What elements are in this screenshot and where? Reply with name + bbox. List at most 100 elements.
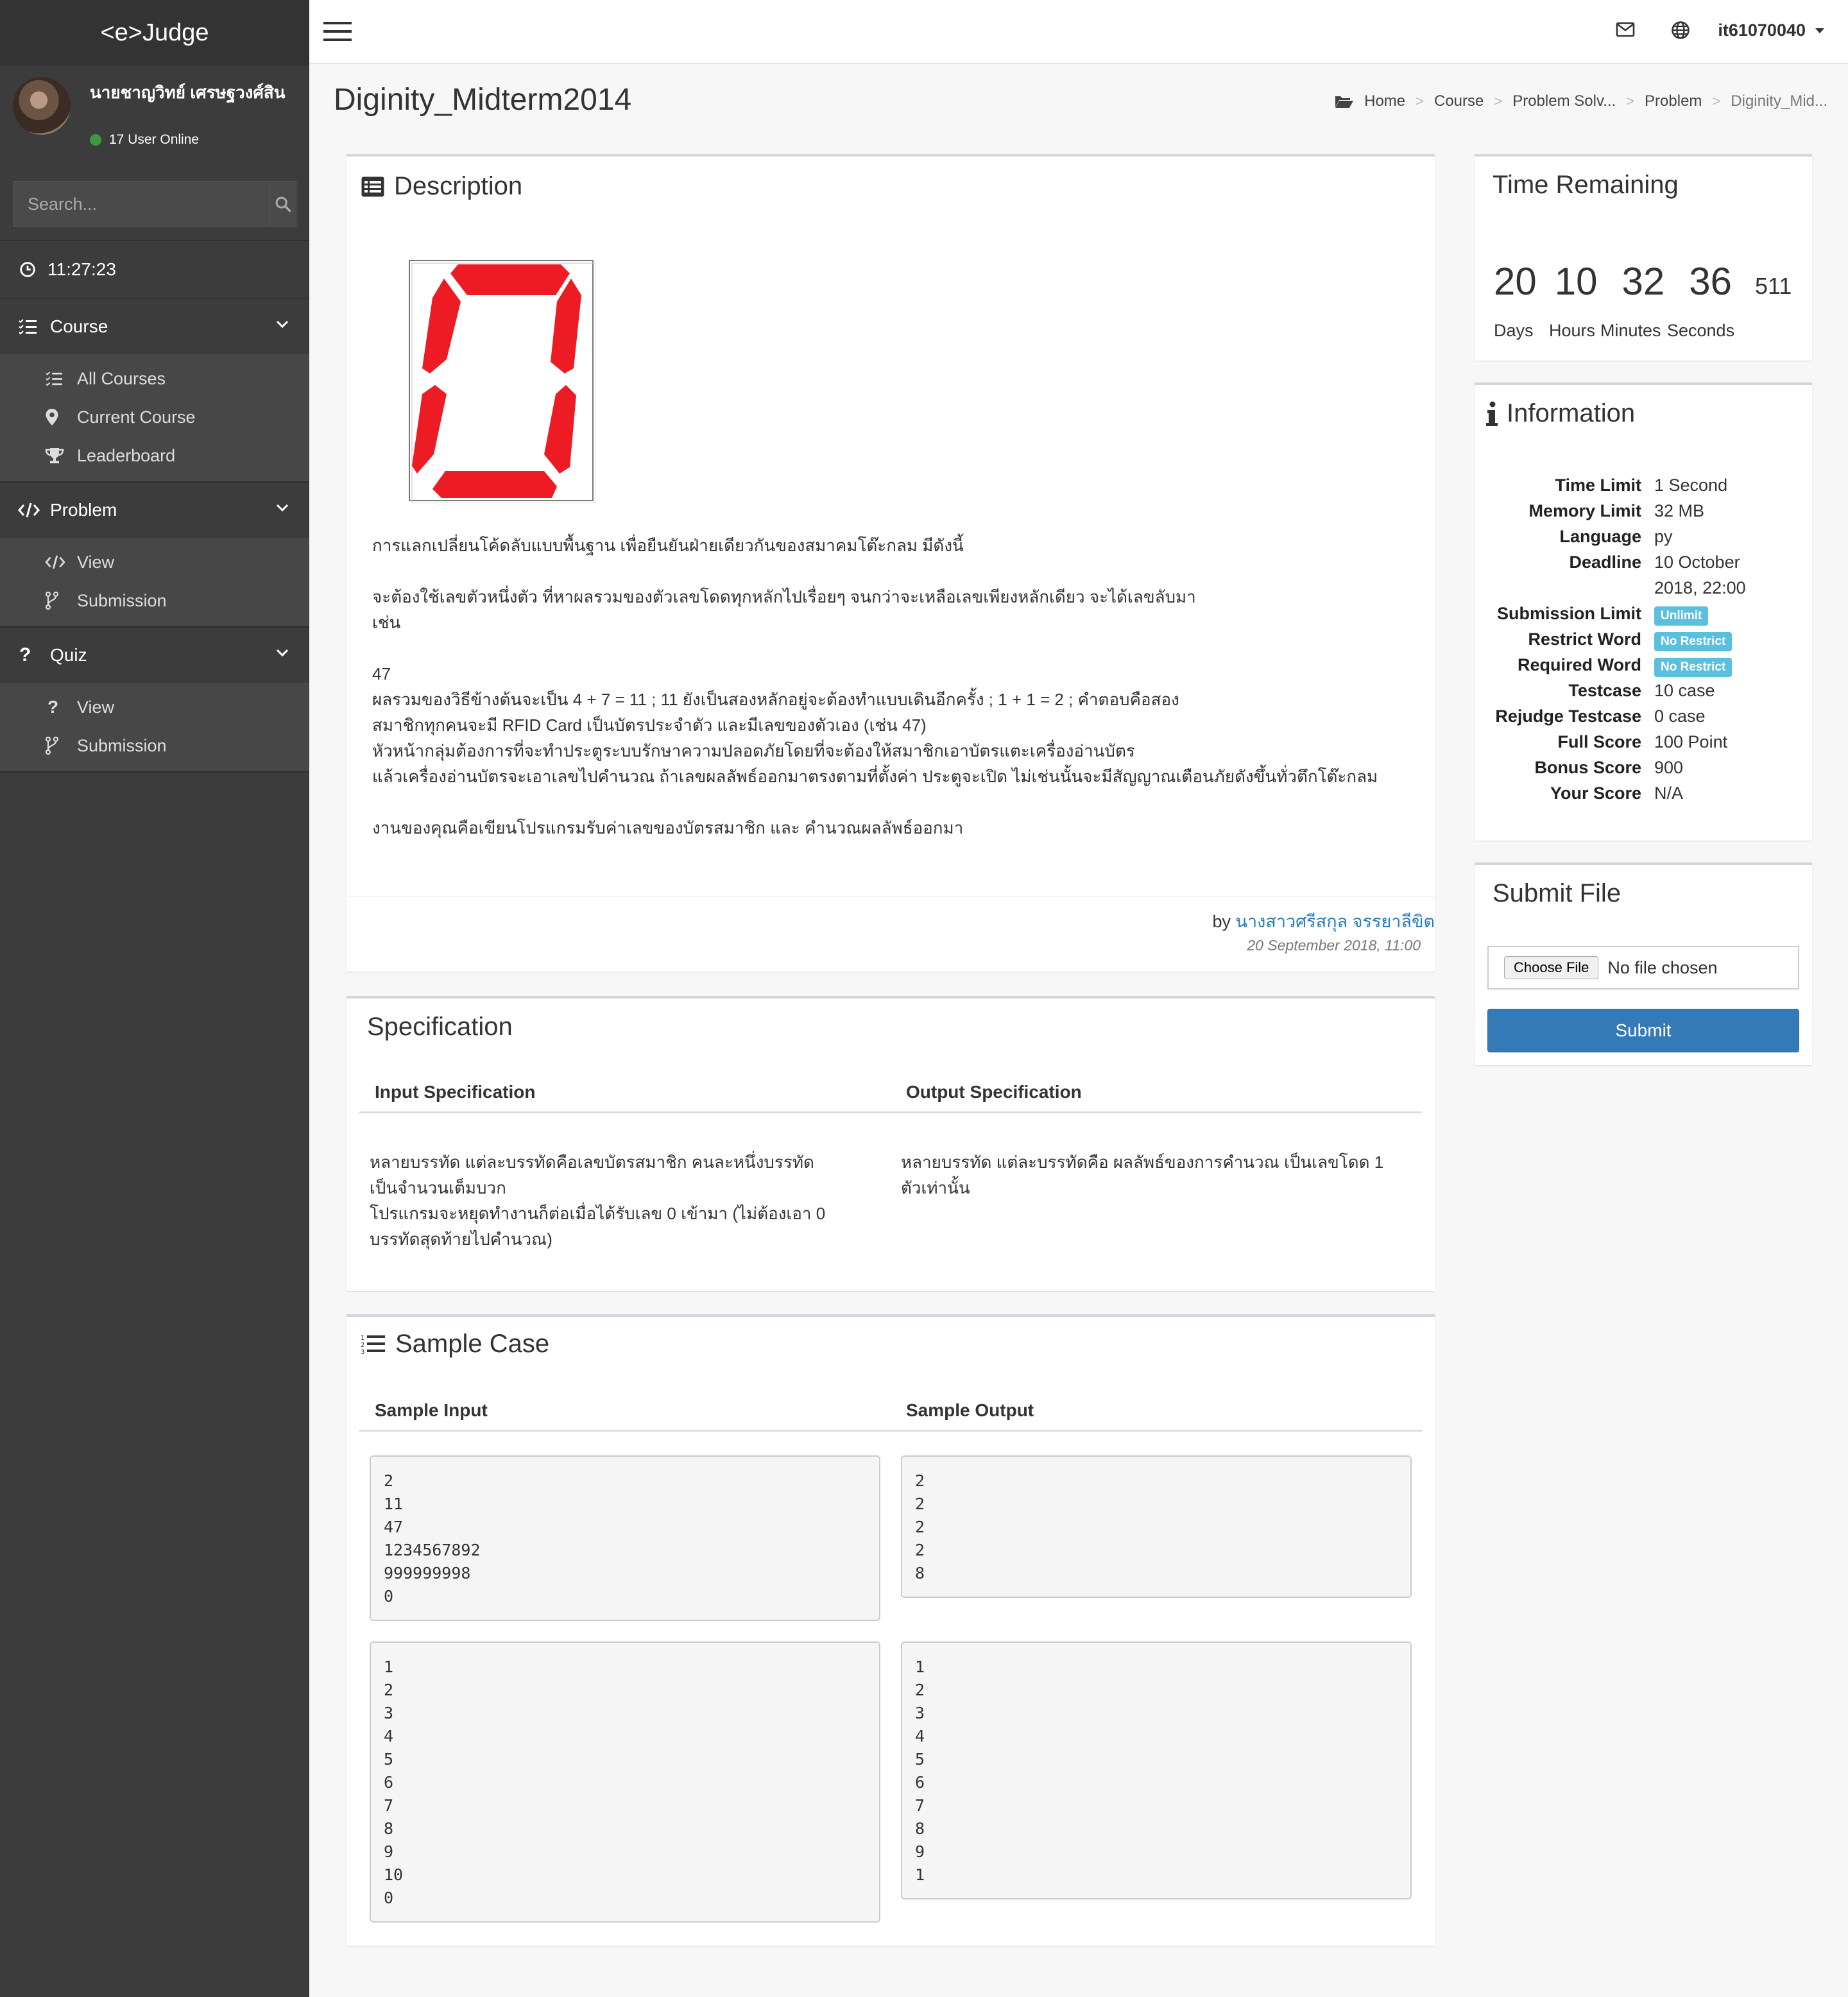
sample-output-1: 2 2 2 2 8 — [901, 1455, 1412, 1598]
sidebar-item-current-course[interactable]: Current Course — [0, 398, 309, 436]
sidebar-search — [13, 181, 296, 227]
information-header: Information — [1486, 399, 1635, 428]
breadcrumb: Home > Course > Problem Solv... > Proble… — [1335, 92, 1827, 110]
info-row-language: Language py — [1475, 524, 1812, 549]
trophy-icon — [45, 448, 64, 463]
sidebar-item-label: View — [77, 552, 115, 572]
envelope-icon[interactable] — [1616, 22, 1635, 37]
submenu-course: All Courses Current Course Leaderboard — [0, 354, 309, 481]
folder-open-icon — [1335, 96, 1354, 108]
hamburger-menu-icon[interactable] — [323, 21, 352, 42]
info-value: 32 MB — [1654, 501, 1705, 520]
sidebar-item-label: Leaderboard — [77, 445, 176, 465]
online-dot-icon — [90, 134, 101, 146]
breadcrumb-problem-solving[interactable]: Problem Solv... — [1512, 92, 1616, 110]
sample-input-2: 1 2 3 4 5 6 7 8 9 10 0 — [370, 1641, 880, 1923]
search-button[interactable] — [269, 182, 296, 227]
countdown-hours: 10 — [1554, 260, 1598, 303]
app-logo[interactable]: <e>Judge — [0, 0, 309, 65]
breadcrumb-course[interactable]: Course — [1434, 92, 1484, 110]
specification-table-body: หลายบรรทัด แต่ละบรรทัดคือเลขบัตรสมาชิก ค… — [359, 1113, 1422, 1252]
info-row-required-word: Required Word No Restrict — [1475, 652, 1812, 678]
search-icon — [275, 196, 291, 212]
sidebar-item-quiz-submission[interactable]: Submission — [0, 726, 309, 765]
info-value: N/A — [1654, 784, 1684, 803]
input-spec-header: Input Specification — [375, 1082, 536, 1102]
sidebar-item-quiz[interactable]: ? Quiz — [0, 628, 309, 683]
description-paragraph: งานของคุณคือเขียนโปรแกรมรับค่าเลขของบัตร… — [372, 818, 964, 837]
search-input[interactable] — [13, 182, 269, 227]
breadcrumb-home[interactable]: Home — [1364, 92, 1405, 110]
breadcrumb-separator: > — [1626, 93, 1635, 109]
question-icon: ? — [19, 644, 31, 665]
submit-button[interactable]: Submit — [1487, 1009, 1799, 1052]
sidebar-item-problem-view[interactable]: View — [0, 543, 309, 581]
submenu-quiz: ? View Submission — [0, 683, 309, 771]
info-value: 100 Point — [1654, 732, 1728, 751]
info-row-memory-limit: Memory Limit 32 MB — [1475, 498, 1812, 524]
info-key: Rejudge Testcase — [1495, 707, 1641, 726]
countdown: 20 10 32 36 511 — [1494, 259, 1792, 304]
sidebar-item-problem-submission[interactable]: Submission — [0, 581, 309, 620]
file-input[interactable]: Choose File No file chosen — [1487, 946, 1799, 990]
breadcrumb-problem[interactable]: Problem — [1645, 92, 1702, 110]
sidebar-item-label: View — [77, 697, 115, 717]
information-box: Information Time Limit 1 Second Memory Li… — [1475, 382, 1812, 841]
map-marker-icon — [46, 409, 58, 425]
list-icon — [46, 372, 62, 386]
author-link[interactable]: นางสาวศรีสกุล จรรยาลีขิต — [1236, 912, 1435, 931]
code-icon — [45, 555, 65, 569]
user-panel: นายชาญวิทย์ เศรษฐวงศ์สิน — [0, 65, 309, 175]
description-paragraph: จะต้องใช้เลขตัวหนึ่งตัว ที่หาผลรวมของตัว… — [372, 587, 1196, 606]
info-row-bonus-score: Bonus Score 900 — [1475, 755, 1812, 780]
info-row-testcase: Testcase 10 case — [1475, 678, 1812, 703]
sidebar-menu: Course All Courses Current Course Leader… — [0, 299, 309, 773]
breadcrumb-current: Diginity_Mid... — [1731, 92, 1827, 110]
topbar: it61070040 — [309, 0, 1848, 64]
description-paragraph: หัวหน้ากลุ่มต้องการที่จะทำประตูระบบรักษา… — [372, 741, 1135, 760]
sidebar-item-course[interactable]: Course — [0, 299, 309, 354]
chevron-down-icon — [276, 504, 289, 512]
avatar — [13, 77, 71, 135]
sidebar: <e>Judge นายชาญวิทย์ เศรษฐวงศ์สิน 17 Use… — [0, 0, 309, 1997]
description-paragraph — [372, 558, 1412, 584]
sidebar-item-all-courses[interactable]: All Courses — [0, 359, 309, 398]
countdown-seconds: 36 — [1689, 260, 1732, 303]
sample-table-header: Sample Input Sample Output — [359, 1391, 1422, 1432]
submit-file-box: Submit File Choose File No file chosen S… — [1475, 862, 1812, 1065]
clock-time: 11:27:23 — [47, 259, 116, 279]
sidebar-item-quiz-view[interactable]: ? View — [0, 688, 309, 726]
sidebar-item-label: Current Course — [77, 407, 196, 427]
description-text: การแลกเปลี่ยนโค้ดลับแบบพื้นฐาน เพื่อยืนย… — [372, 533, 1412, 841]
menu-group-problem: Problem View Submission — [0, 483, 309, 628]
countdown-label-minutes: Minutes — [1600, 321, 1661, 340]
info-key: Submission Limit — [1496, 604, 1641, 623]
choose-file-button[interactable]: Choose File — [1504, 956, 1599, 979]
globe-icon[interactable] — [1671, 21, 1690, 40]
info-key: Memory Limit — [1528, 501, 1641, 520]
status-badge: Unlimit — [1654, 606, 1709, 626]
specification-header: Specification — [367, 1013, 513, 1041]
countdown-milliseconds: 511 — [1755, 273, 1792, 299]
breadcrumb-separator: > — [1416, 93, 1424, 109]
sidebar-item-leaderboard[interactable]: Leaderboard — [0, 436, 309, 475]
code-fork-icon — [45, 592, 59, 610]
countdown-minutes: 32 — [1621, 260, 1665, 303]
info-key: Restrict Word — [1528, 630, 1641, 649]
status-badge: No Restrict — [1654, 658, 1733, 677]
information-list: Time Limit 1 Second Memory Limit 32 MB Lan… — [1475, 472, 1812, 806]
countdown-days: 20 — [1494, 260, 1537, 303]
specification-box: Specification Input Specification Output… — [346, 996, 1435, 1291]
sample-output-header: Sample Output — [906, 1400, 1034, 1420]
file-status: No file chosen — [1607, 957, 1718, 977]
sidebar-item-label: Problem — [50, 500, 117, 520]
question-icon: ? — [47, 697, 59, 717]
clock-icon — [20, 262, 35, 277]
sidebar-item-problem[interactable]: Problem — [0, 483, 309, 538]
caret-down-icon — [1815, 28, 1824, 33]
author-date: 20 September 2018, 11:00 — [1247, 937, 1421, 954]
info-value: 0 case — [1654, 707, 1706, 726]
sidebar-item-label: Submission — [77, 590, 167, 610]
menu-group-course: Course All Courses Current Course Leader… — [0, 299, 309, 483]
user-menu[interactable]: it61070040 — [1718, 21, 1825, 40]
